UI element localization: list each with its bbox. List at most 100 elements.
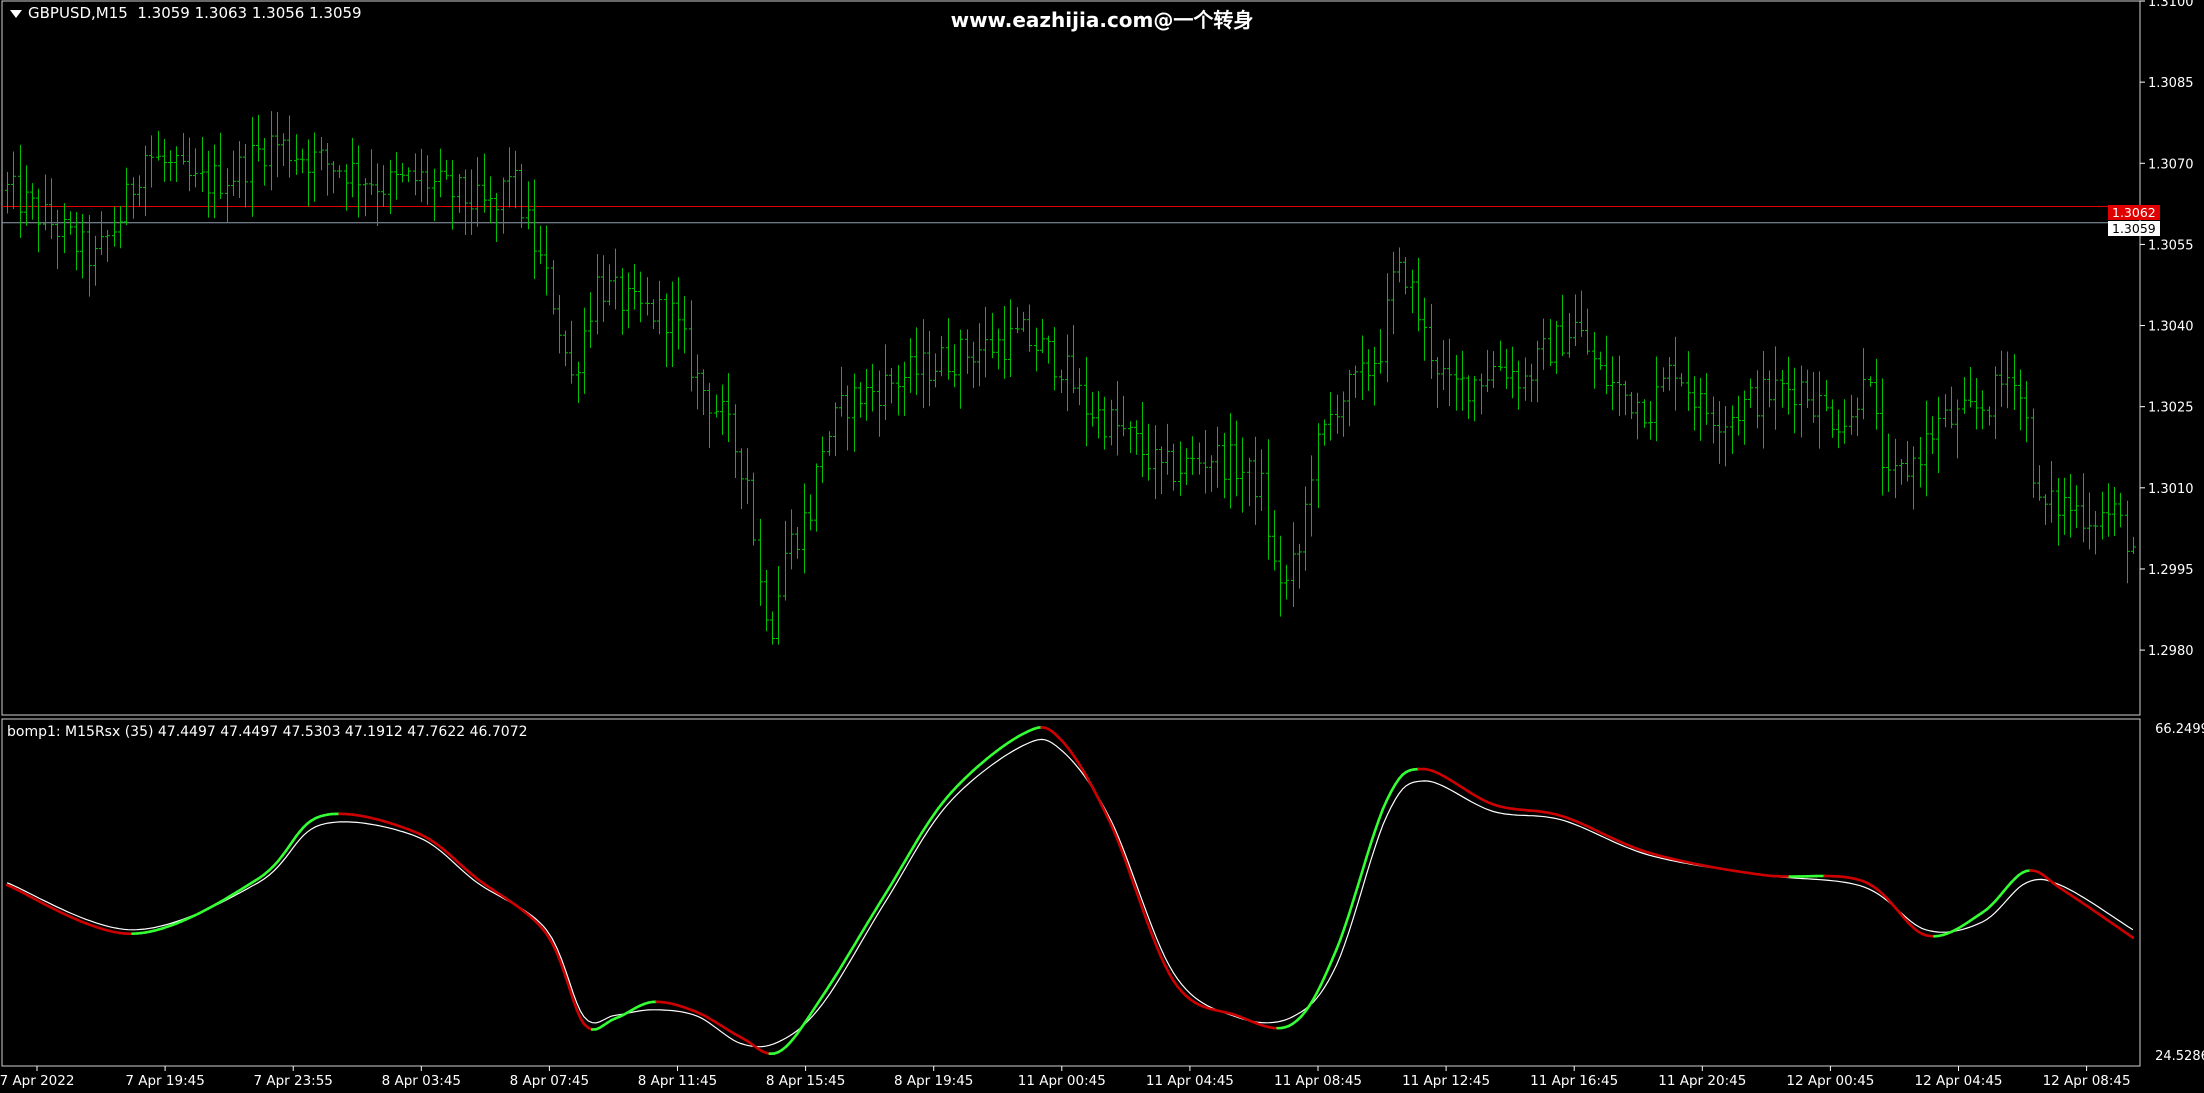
price-bar xyxy=(1128,421,1133,453)
rsx-segment xyxy=(1343,913,1351,929)
price-bar xyxy=(1654,356,1659,442)
price-bar xyxy=(852,373,857,452)
price-bar xyxy=(1065,334,1070,412)
price-bar xyxy=(1642,399,1647,428)
price-bar xyxy=(1360,335,1365,400)
price-bar xyxy=(883,344,888,420)
time-tick-label: 11 Apr 08:45 xyxy=(1274,1073,1362,1089)
price-bar xyxy=(181,133,186,165)
price-bar xyxy=(808,494,813,531)
price-bar xyxy=(1541,318,1546,370)
indicator-panel: 66.2499 24.5286 xyxy=(1,718,2204,1067)
price-bar xyxy=(1516,360,1521,410)
rsx-segment xyxy=(1109,822,1116,834)
rsx-line xyxy=(5,725,2135,1055)
rsx-segment xyxy=(1331,948,1338,961)
price-bar xyxy=(488,176,493,224)
price-bar xyxy=(1717,401,1722,464)
price-bar xyxy=(99,211,104,255)
rsx-segment xyxy=(1113,831,1120,844)
price-bar xyxy=(275,112,280,178)
price-bar xyxy=(1441,340,1446,390)
price-bar xyxy=(1109,399,1114,446)
price-bar xyxy=(2049,460,2054,523)
time-tick-label: 12 Apr 04:45 xyxy=(1914,1073,2002,1089)
price-bar xyxy=(450,160,455,230)
time-tick-label: 8 Apr 15:45 xyxy=(766,1073,845,1089)
price-bar xyxy=(2081,473,2086,543)
price-bar xyxy=(1748,378,1753,408)
price-bar xyxy=(1610,356,1615,411)
main-panel-border xyxy=(1,0,2141,716)
price-bar xyxy=(237,141,242,198)
price-bar xyxy=(745,448,750,505)
price-bar xyxy=(1980,390,1985,430)
price-bar xyxy=(1918,436,1923,488)
price-bar xyxy=(1711,396,1716,444)
price-bar xyxy=(1178,441,1183,496)
price-bar xyxy=(858,382,863,418)
price-bar xyxy=(1905,440,1910,482)
indicator-tick-label: 66.2499 xyxy=(2155,722,2204,737)
price-bar xyxy=(902,361,907,416)
price-bar xyxy=(432,168,437,222)
price-bar xyxy=(2068,473,2073,538)
main-panel: 1.31001.30851.30701.30551.30401.30251.30… xyxy=(1,0,2194,716)
price-bar xyxy=(1949,386,1954,429)
price-bar xyxy=(168,150,173,182)
price-bar xyxy=(1855,397,1860,437)
price-bar xyxy=(990,312,995,359)
time-tick-label: 7 Apr 23:55 xyxy=(253,1073,332,1089)
price-bar xyxy=(870,363,875,412)
price-bar xyxy=(193,148,198,188)
price-bar xyxy=(1297,543,1302,589)
price-bar xyxy=(438,148,443,198)
price-bar xyxy=(413,153,418,196)
price-bar xyxy=(1924,400,1929,497)
price-bar xyxy=(118,206,123,249)
price-tick-label: 1.3025 xyxy=(2148,401,2194,416)
price-bar xyxy=(933,353,938,388)
price-bar xyxy=(595,254,600,335)
price-bar xyxy=(131,177,136,219)
price-tick-label: 1.3055 xyxy=(2148,238,2194,253)
price-bar xyxy=(1466,375,1471,419)
price-bar xyxy=(1755,370,1760,429)
signal-line xyxy=(6,738,2134,1048)
price-bar xyxy=(1886,433,1891,492)
price-bar xyxy=(1341,391,1346,437)
price-bar xyxy=(2043,494,2048,525)
price-bar xyxy=(1052,327,1057,391)
price-bar xyxy=(1535,340,1540,403)
price-bar xyxy=(1686,351,1691,411)
price-bar xyxy=(243,143,248,208)
price-bar xyxy=(1880,378,1885,496)
price-bar xyxy=(1523,357,1528,401)
price-bar xyxy=(87,215,92,297)
price-bar xyxy=(250,117,255,217)
price-bar xyxy=(1842,399,1847,444)
rsx-segment xyxy=(1121,851,1128,866)
price-bar xyxy=(1215,426,1220,488)
price-bar xyxy=(36,188,41,253)
price-bar xyxy=(1403,257,1408,295)
price-bar xyxy=(1027,304,1032,352)
price-bar xyxy=(1548,319,1553,367)
price-bar xyxy=(971,341,976,388)
price-bar xyxy=(1723,405,1728,467)
price-bar xyxy=(1667,357,1672,391)
price-bar xyxy=(2106,483,2111,537)
price-bar xyxy=(764,570,769,632)
price-bar xyxy=(651,299,656,330)
price-bar xyxy=(770,611,775,645)
price-bar xyxy=(946,318,951,380)
price-axis: 1.31001.30851.30701.30551.30401.30251.30… xyxy=(2140,0,2194,659)
price-bar xyxy=(538,225,543,265)
price-bar xyxy=(1378,329,1383,374)
price-bar xyxy=(1397,247,1402,283)
price-bar xyxy=(1899,458,1904,485)
price-bar xyxy=(1165,423,1170,475)
price-bar xyxy=(645,277,650,316)
price-bar xyxy=(1460,350,1465,411)
price-bar xyxy=(1849,394,1854,435)
